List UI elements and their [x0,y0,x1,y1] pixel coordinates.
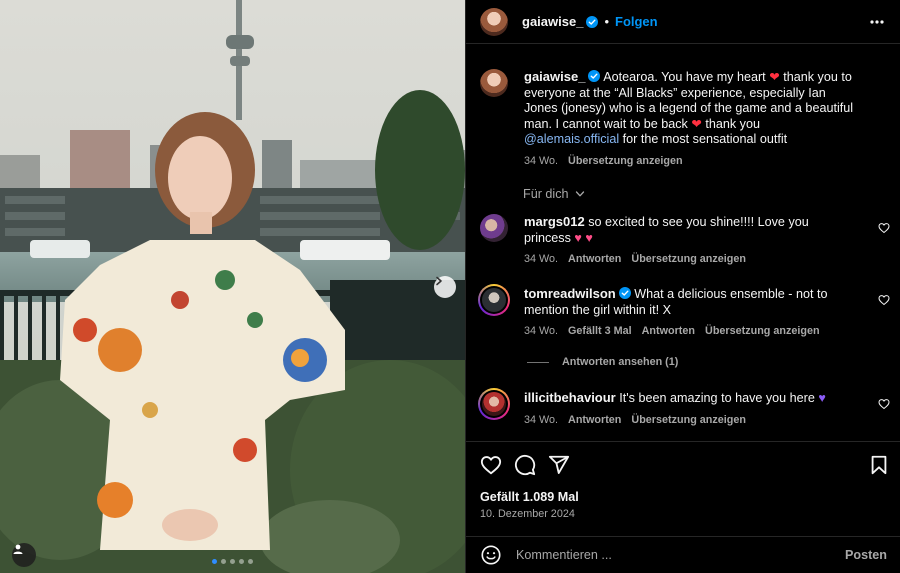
purple-heart-emoji-icon: ♥ [818,391,826,405]
emoji-icon[interactable] [480,544,502,566]
carousel-dot [248,559,253,564]
caption-age: 34 Wo. [524,154,559,167]
caption-username[interactable]: gaiawise_ [524,69,585,84]
user-tag-icon [13,544,23,554]
comment-meta: 34 Wo. Antworten Übersetzung anzeigen [524,413,858,429]
comment-text: It's been amazing to have you here [619,391,815,405]
chevron-right-icon [436,276,442,286]
reply-button[interactable]: Antworten [568,413,621,429]
bookmark-icon [871,455,887,475]
comment-text-block: tomreadwilson What a delicious ensemble … [524,286,858,318]
for-you-label: Für dich [523,187,569,201]
carousel-indicator [0,559,465,564]
commenter-avatar[interactable] [478,284,510,316]
comment-like-heart-icon[interactable] [878,222,890,234]
commenter-avatar[interactable] [478,388,510,420]
verified-badge-icon [586,15,599,28]
post-date: 10. Dezember 2024 [480,508,575,520]
post-comment-button[interactable]: Posten [845,548,887,562]
view-replies-button[interactable]: Antworten ansehen (1) [527,356,678,368]
chevron-down-icon [575,191,584,197]
comment-likes-count[interactable]: Gefällt 3 Mal [568,324,632,340]
comment-input[interactable] [516,548,845,562]
comments-list[interactable]: gaiawise_ Aotearoa. You have my heart ❤ … [466,45,900,440]
caption-translate-button[interactable]: Übersetzung anzeigen [568,154,683,170]
comment-text-block: margs012 so excited to see you shine!!!!… [524,214,858,246]
reply-button[interactable]: Antworten [568,252,621,268]
post-side-panel: gaiawise_ • Folgen gaiawise_ Aotearoa. Y… [465,0,900,573]
carousel-dot [230,559,235,564]
post-actions: Gefällt 1.089 Mal 10. Dezember 2024 [466,441,900,520]
comment-age: 34 Wo. [524,325,559,337]
save-button[interactable] [869,454,889,479]
comment-icon [514,454,536,476]
comment-button[interactable] [514,454,536,479]
carousel-dot [221,559,226,564]
caption-text: gaiawise_ Aotearoa. You have my heart ❤ … [524,69,858,148]
carousel-next-button[interactable] [434,276,456,298]
likes-count[interactable]: Gefällt 1.089 Mal [480,490,579,504]
comment-age: 34 Wo. [524,413,559,426]
view-replies-label: Antworten ansehen (1) [562,356,679,368]
share-icon [548,455,570,474]
caption-meta: 34 Wo. Übersetzung anzeigen [524,154,858,170]
comment-meta: 34 Wo. Antworten Übersetzung anzeigen [524,252,858,268]
caption-text-1: Aotearoa. You have my heart [603,70,766,84]
translate-button[interactable]: Übersetzung anzeigen [705,324,820,340]
carousel-dot [239,559,244,564]
carousel-dot [212,559,217,564]
comment-username[interactable]: illicitbehaviour [524,390,616,405]
replies-divider [527,361,549,363]
caption-mention-link[interactable]: @alemais.official [524,132,619,146]
pink-heart-emoji-icon: ♥ [574,230,582,245]
author-username[interactable]: gaiawise_ [522,14,583,29]
author-avatar[interactable] [480,7,508,36]
post-dialog: gaiawise_ • Folgen gaiawise_ Aotearoa. Y… [0,0,900,573]
verified-badge-icon [618,287,631,299]
heart-icon [480,456,502,475]
translate-button[interactable]: Übersetzung anzeigen [631,252,746,268]
comment-like-heart-icon[interactable] [878,398,890,410]
comment-meta: 34 Wo. Gefällt 3 Mal Antworten Übersetzu… [524,324,858,340]
reply-button[interactable]: Antworten [642,324,695,340]
translate-button[interactable]: Übersetzung anzeigen [631,413,746,429]
separator-dot: • [604,14,609,29]
for-you-filter[interactable]: Für dich [523,187,585,201]
more-horizontal-icon[interactable] [869,14,885,30]
author-avatar[interactable] [480,69,508,97]
commenter-avatar[interactable] [480,214,508,242]
caption-text-3: thank you [705,116,760,131]
pink-heart-emoji-icon: ♥ [585,230,593,245]
follow-button[interactable]: Folgen [615,14,658,29]
post-header: gaiawise_ • Folgen [466,0,900,44]
comment-like-heart-icon[interactable] [878,294,890,306]
comment-username[interactable]: margs012 [524,214,585,229]
red-heart-emoji-icon: ❤ [769,70,780,84]
comment-age: 34 Wo. [524,253,559,265]
share-button[interactable] [548,454,570,479]
red-heart-emoji-icon: ❤ [691,116,702,131]
post-image[interactable] [0,0,465,573]
caption-text-4: for the most sensational outfit [622,132,788,146]
verified-badge-icon [588,70,601,82]
photo-woman-in-floral-dress [0,0,465,573]
comment-username[interactable]: tomreadwilson [524,286,616,301]
comment-text-block: illicitbehaviour It's been amazing to ha… [524,390,858,407]
comment-composer: Posten [466,536,900,573]
like-button[interactable] [480,454,502,479]
